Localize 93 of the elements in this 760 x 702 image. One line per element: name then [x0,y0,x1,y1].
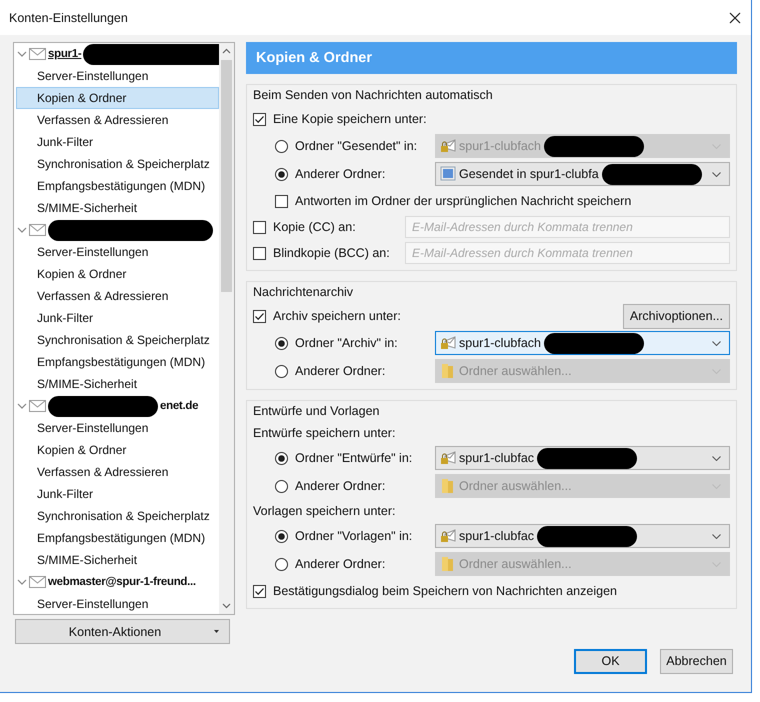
checkbox-label[interactable]: Archiv speichern unter: [273,309,401,323]
folder-icon [440,166,456,182]
radio-label[interactable]: Ordner "Gesendet" in: [295,139,428,153]
cancel-button[interactable]: Abbrechen [660,648,733,674]
tree-item[interactable]: Kopien & Ordner [16,263,219,285]
folder-dropdown[interactable]: spur1-clubfac [435,524,730,548]
group-title: Nachrichtenarchiv [253,284,354,300]
chevron-down-icon [712,456,721,460]
tree-item[interactable]: Empfangsbestätigungen (MDN) [16,351,219,373]
checkbox-label[interactable]: Blindkopie (BCC) an: [273,246,398,260]
radio-label[interactable]: Ordner "Entwürfe" in: [295,451,428,465]
tree-item[interactable]: Synchronisation & Speicherplatz [16,153,219,175]
group-title: Beim Senden von Nachrichten automatisch [253,87,494,103]
envelope-icon [29,400,46,412]
close-icon[interactable] [729,12,741,24]
checkbox[interactable] [253,246,266,260]
radio-button[interactable] [275,364,288,378]
folder-dropdown[interactable]: spur1-clubfach [435,331,730,355]
folder-dropdown[interactable]: spur1-clubfac [435,446,730,470]
envelope-icon [29,576,46,588]
tree-item[interactable]: Server-Einstellungen [16,241,219,263]
radio-button[interactable] [275,480,288,492]
account-name[interactable]: enet.de [160,400,198,412]
checkbox-label[interactable]: Kopie (CC) an: [273,220,398,234]
tree-item[interactable]: Server-Einstellungen [16,417,219,439]
page-header: Kopien & Ordner [246,42,737,74]
collapse-chevron-icon[interactable] [17,226,27,234]
checkbox-label[interactable]: Antworten im Ordner der ursprünglichen Nachricht speichern [295,194,632,208]
tree-item[interactable]: Verfassen & Adressieren [16,109,219,131]
field-label: Vorlagen speichern unter: [253,504,396,518]
group-title: Entwürfe und Vorlagen [253,403,380,419]
tree-item[interactable]: Synchronisation & Speicherplatz [16,329,219,351]
email-field[interactable]: E-Mail-Adressen durch Kommata trennen [405,242,730,264]
tree-item[interactable]: Verfassen & Adressieren [16,285,219,307]
account-name[interactable]: spur1- [48,48,82,60]
chevron-down-icon [712,534,721,538]
tree-item[interactable]: S/MIME-Sicherheit [16,549,219,571]
account-name[interactable]: webmaster@spur-1-freund... [48,576,196,588]
checkbox[interactable] [253,310,266,322]
tree-item[interactable]: Kopien & Ordner [16,87,219,109]
tree-item[interactable]: Server-Einstellungen [16,65,219,87]
radio-button[interactable] [275,452,288,464]
radio-button[interactable] [275,558,288,570]
radio-button[interactable] [275,140,288,152]
tree-item[interactable]: Junk-Filter [16,131,219,153]
locked-envelope-icon [440,450,456,466]
radio-label[interactable]: Anderer Ordner: [295,479,428,493]
tree-item[interactable]: Server-Einstellungen [16,593,219,614]
field-label: Entwürfe speichern unter: [253,426,396,440]
radio-button[interactable] [275,336,288,350]
radio-button[interactable] [275,168,288,180]
radio-label[interactable]: Ordner "Vorlagen" in: [295,529,428,543]
tree-item[interactable]: Junk-Filter [16,307,219,329]
locked-envelope-icon [440,335,456,351]
radio-button[interactable] [275,530,288,542]
radio-label[interactable]: Ordner "Archiv" in: [295,336,428,350]
dropdown-arrow-icon [214,630,219,633]
collapse-chevron-icon[interactable] [17,578,27,586]
envelope-icon [29,48,46,60]
checkbox[interactable] [253,220,266,234]
radio-label[interactable]: Anderer Ordner: [295,364,428,378]
locked-envelope-icon [440,138,456,154]
checkbox[interactable] [275,194,288,208]
collapse-chevron-icon[interactable] [17,50,27,58]
scrollbar[interactable] [219,43,234,614]
collapse-chevron-icon[interactable] [17,402,27,410]
tree-item[interactable]: Synchronisation & Speicherplatz [16,505,219,527]
email-field[interactable]: E-Mail-Adressen durch Kommata trennen [405,216,730,238]
tree-item[interactable]: S/MIME-Sicherheit [16,197,219,219]
envelope-icon [29,224,46,236]
tree-item[interactable]: Empfangsbestätigungen (MDN) [16,527,219,549]
account-actions-button[interactable]: Konten-Aktionen [15,619,230,644]
archive-options-button[interactable]: Archivoptionen... [622,304,730,328]
tree-item[interactable]: Junk-Filter [16,483,219,505]
radio-label[interactable]: Anderer Ordner: [295,557,428,571]
tree-item[interactable]: Verfassen & Adressieren [16,461,219,483]
tree-item[interactable]: Kopien & Ordner [16,439,219,461]
checkbox[interactable] [253,112,266,126]
folder-icon [440,363,456,379]
checkbox[interactable] [253,584,266,598]
ok-button[interactable]: OK [574,648,647,674]
checkbox-label[interactable]: Bestätigungsdialog beim Speichern von Nachrichten anzeigen [273,584,617,598]
tree-item[interactable]: S/MIME-Sicherheit [16,373,219,395]
folder-icon [440,556,456,572]
checkbox-label[interactable]: Eine Kopie speichern unter: [273,112,427,126]
radio-label[interactable]: Anderer Ordner: [295,167,428,181]
folder-dropdown[interactable]: Gesendet in spur1-clubfa [435,162,730,186]
chevron-down-icon [712,340,721,346]
tree-item[interactable]: Empfangsbestätigungen (MDN) [16,175,219,197]
locked-envelope-icon [440,528,456,544]
folder-icon [440,478,456,494]
window-title: Konten-Einstellungen [9,10,128,24]
chevron-down-icon [712,172,721,176]
